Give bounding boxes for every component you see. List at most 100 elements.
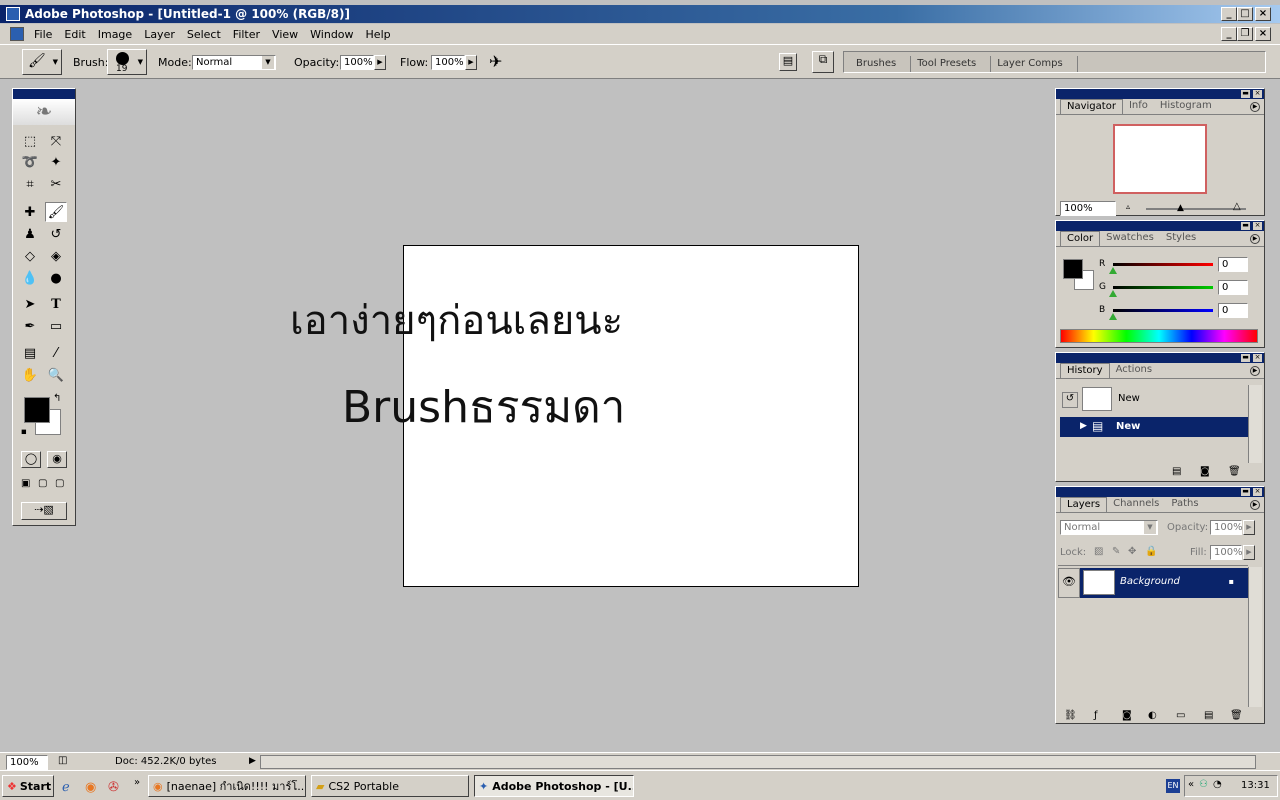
network-tray-icon[interactable]: ⚇ — [1199, 779, 1208, 790]
path-selection-icon[interactable]: ➤ — [19, 294, 41, 314]
fill-slider-button[interactable]: ▶ — [1243, 545, 1255, 560]
tab-color[interactable]: Color — [1060, 231, 1101, 246]
panel-minimize-icon[interactable]: ▬ — [1241, 222, 1250, 230]
task-photoshop[interactable]: ✦ Adobe Photoshop - [U... — [474, 775, 634, 797]
history-state-marker-icon[interactable]: ▶ — [1080, 421, 1087, 431]
b-input[interactable]: 0 — [1218, 303, 1248, 318]
layers-panel-titlebar[interactable]: ▬ × — [1056, 487, 1264, 497]
brush-picker[interactable]: 19 ▼ — [107, 49, 147, 75]
panel-menu-icon[interactable]: ▶ — [1250, 234, 1260, 244]
navigator-panel-titlebar[interactable]: ▬ × — [1056, 89, 1264, 99]
panel-close-icon[interactable]: × — [1253, 488, 1262, 496]
adjustment-layer-icon[interactable]: ◐ — [1148, 710, 1157, 721]
task-folder[interactable]: ▰ CS2 Portable — [311, 775, 469, 797]
default-colors-icon[interactable]: ◾ — [21, 427, 27, 436]
screen-mode-standard-icon[interactable]: ▣ — [21, 478, 30, 489]
navigator-thumbnail[interactable] — [1113, 124, 1207, 194]
ie-quicklaunch-icon[interactable]: ℯ — [62, 780, 70, 795]
opacity-input[interactable]: 100% — [340, 55, 374, 70]
trash-icon[interactable]: 🗑 — [1230, 710, 1243, 721]
zoom-in-icon[interactable]: △ — [1233, 201, 1241, 212]
tab-swatches[interactable]: Swatches — [1100, 231, 1160, 246]
crop-tool-icon[interactable]: ⌗ — [19, 174, 41, 194]
menu-window[interactable]: Window — [304, 28, 359, 41]
panel-menu-icon[interactable]: ▶ — [1250, 102, 1260, 112]
marquee-tool-icon[interactable]: ⬚ — [19, 131, 41, 151]
new-document-from-state-icon[interactable]: ▤ — [1172, 466, 1181, 477]
screen-mode-full-icon[interactable]: ▢ — [55, 478, 64, 489]
zoom-out-icon[interactable]: ▵ — [1126, 202, 1130, 211]
tab-paths[interactable]: Paths — [1165, 497, 1204, 512]
tool-preset-picker[interactable]: 🖌 ▼ — [22, 49, 62, 75]
r-slider-thumb[interactable] — [1109, 267, 1117, 274]
pen-tool-icon[interactable]: ✒ — [19, 316, 41, 336]
history-panel-titlebar[interactable]: ▬ × — [1056, 353, 1264, 363]
opacity-slider-button[interactable]: ▶ — [374, 55, 386, 70]
magic-wand-icon[interactable]: ✦ — [45, 152, 67, 172]
blur-tool-icon[interactable]: 💧 — [19, 268, 41, 288]
fill-input[interactable]: 100% — [1210, 545, 1243, 560]
palette-well-toggle-icon[interactable]: ⧉ — [812, 51, 834, 73]
quick-mask-icon[interactable]: ◉ — [47, 451, 67, 468]
language-indicator[interactable]: EN — [1166, 779, 1180, 793]
g-slider[interactable] — [1113, 286, 1213, 289]
tab-history[interactable]: History — [1060, 363, 1110, 378]
menu-help[interactable]: Help — [360, 28, 397, 41]
lock-image-icon[interactable]: ✎ — [1112, 546, 1120, 557]
airbrush-icon[interactable]: ✈ — [489, 52, 502, 71]
menu-file[interactable]: File — [28, 28, 58, 41]
link-layers-icon[interactable]: ⛓ — [1064, 710, 1077, 721]
history-snapshot-row[interactable]: ↺ New — [1060, 387, 1248, 413]
status-zoom-input[interactable]: 100% — [6, 755, 48, 770]
layer-style-icon[interactable]: ƒ — [1094, 710, 1098, 721]
lock-position-icon[interactable]: ✥ — [1128, 546, 1136, 557]
standard-mode-icon[interactable]: ◯ — [21, 451, 41, 468]
panel-close-icon[interactable]: × — [1253, 90, 1262, 98]
media-quicklaunch-icon[interactable]: ✇ — [108, 780, 119, 795]
doc-close-button[interactable]: × — [1255, 27, 1271, 41]
tab-channels[interactable]: Channels — [1107, 497, 1165, 512]
color-panel-titlebar[interactable]: ▬ × — [1056, 221, 1264, 231]
rectangle-tool-icon[interactable]: ▭ — [45, 316, 67, 336]
firefox-quicklaunch-icon[interactable]: ◉ — [85, 780, 96, 795]
healing-brush-icon[interactable]: ✚ — [19, 202, 41, 222]
lock-transparency-icon[interactable]: ▨ — [1094, 546, 1103, 557]
panel-close-icon[interactable]: × — [1253, 354, 1262, 362]
b-slider[interactable] — [1113, 309, 1213, 312]
layer-visibility-eye-icon[interactable]: 👁 — [1058, 568, 1080, 598]
adobe-feather-icon[interactable]: ❧ — [13, 99, 75, 125]
doc-minimize-button[interactable]: _ — [1221, 27, 1237, 41]
brush-tool-icon[interactable]: 🖌 — [45, 202, 67, 222]
eraser-icon[interactable]: ◇ — [19, 246, 41, 266]
history-brush-source-icon[interactable]: ↺ — [1062, 392, 1078, 408]
trash-icon[interactable]: 🗑 — [1228, 466, 1241, 477]
menu-image[interactable]: Image — [92, 28, 138, 41]
tab-info[interactable]: Info — [1123, 99, 1154, 114]
g-input[interactable]: 0 — [1218, 280, 1248, 295]
flow-input[interactable]: 100% — [431, 55, 465, 70]
task-firefox[interactable]: ◉ [naenae] กำเนิด!!!! มาร์โ... — [148, 775, 306, 797]
layer-opacity-input[interactable]: 100% — [1210, 520, 1243, 535]
paint-bucket-icon[interactable]: ◈ — [45, 246, 67, 266]
status-info-icon[interactable]: ◫ — [58, 755, 67, 766]
history-scrollbar[interactable] — [1248, 385, 1262, 463]
menu-edit[interactable]: Edit — [58, 28, 91, 41]
menu-select[interactable]: Select — [181, 28, 227, 41]
lasso-tool-icon[interactable]: ➰ — [19, 152, 41, 172]
new-group-icon[interactable]: ▭ — [1176, 710, 1185, 721]
file-browser-icon[interactable]: ▤ — [779, 53, 797, 71]
color-fg-swatch[interactable] — [1063, 259, 1083, 279]
panel-menu-icon[interactable]: ▶ — [1250, 500, 1260, 510]
minimize-button[interactable]: _ — [1221, 7, 1237, 21]
new-layer-icon[interactable]: ▤ — [1204, 710, 1213, 721]
doc-restore-button[interactable]: ❐ — [1237, 27, 1253, 41]
history-step-row[interactable]: ▶ ▤ New — [1060, 417, 1248, 437]
tab-actions[interactable]: Actions — [1110, 363, 1159, 378]
eyedropper-icon[interactable]: ⁄ — [45, 343, 67, 363]
b-slider-thumb[interactable] — [1109, 313, 1117, 320]
well-tab-layer-comps[interactable]: Layer Comps — [991, 56, 1078, 72]
layer-opacity-slider-button[interactable]: ▶ — [1243, 520, 1255, 535]
menu-layer[interactable]: Layer — [138, 28, 181, 41]
move-tool-icon[interactable]: ⤧ — [45, 131, 67, 151]
tab-styles[interactable]: Styles — [1160, 231, 1202, 246]
